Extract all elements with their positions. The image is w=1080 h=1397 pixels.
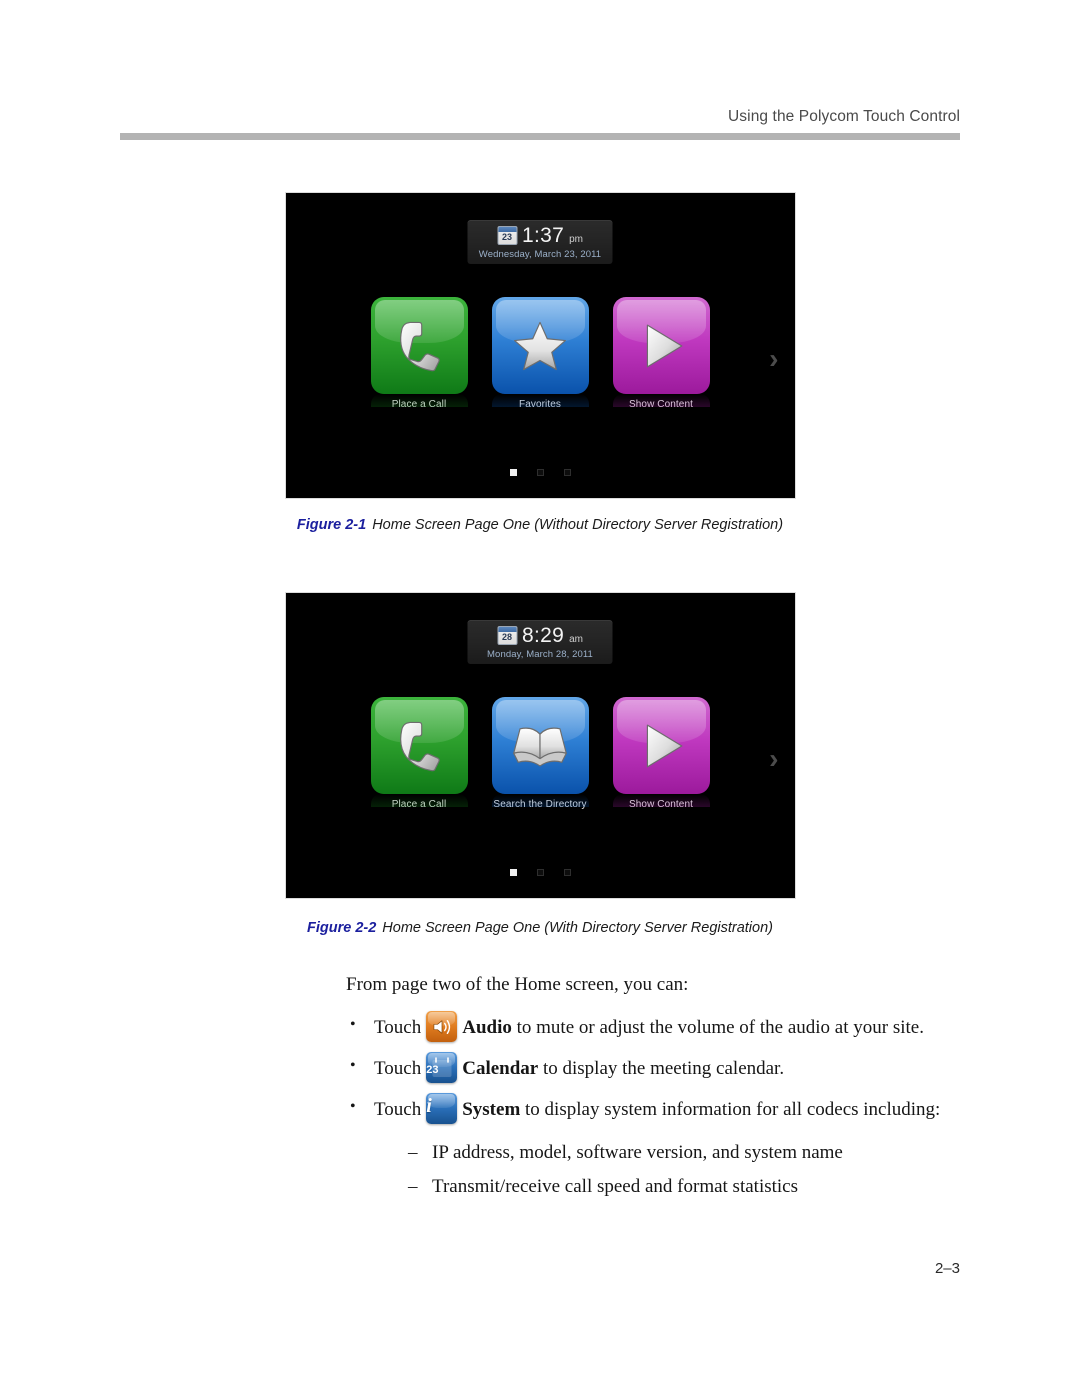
bullet-bold-term: Calendar bbox=[462, 1058, 539, 1079]
page-indicator-dots-2 bbox=[286, 869, 795, 876]
subbullet-text: IP address, model, software version, and… bbox=[432, 1142, 843, 1163]
audio-speaker-icon[interactable] bbox=[426, 1011, 458, 1042]
calendar-chip-day: 23 bbox=[501, 232, 512, 242]
tile-surface[interactable] bbox=[370, 697, 468, 794]
clock-widget-2[interactable]: 28 8:29 am Monday, March 28, 2011 bbox=[467, 620, 613, 664]
clock-date: Wednesday, March 23, 2011 bbox=[478, 249, 602, 260]
phone-handset-icon bbox=[371, 297, 468, 394]
touch-control-screen-1: 23 1:37 pm Wednesday, March 23, 2011 Pla… bbox=[284, 192, 796, 499]
tile-surface[interactable] bbox=[370, 297, 468, 394]
figure-caption-text: Home Screen Page One (Without Directory … bbox=[372, 517, 784, 533]
tile-show-content[interactable]: Show Content bbox=[612, 697, 710, 810]
figure-caption-text: Home Screen Page One (With Directory Ser… bbox=[382, 920, 773, 936]
system-info-icon[interactable]: i bbox=[426, 1093, 458, 1124]
figure-number: Figure 2-1 bbox=[296, 517, 367, 533]
play-triangle-icon bbox=[613, 297, 710, 394]
tile-surface[interactable] bbox=[612, 697, 710, 794]
body-copy: From page two of the Home screen, you ca… bbox=[346, 972, 986, 1208]
bullet-bold-term: System bbox=[462, 1099, 521, 1120]
play-triangle-icon bbox=[613, 697, 710, 794]
figure-2-1-caption: Figure 2-1 Home Screen Page One (Without … bbox=[0, 517, 1080, 533]
bullet-bold-term: Audio bbox=[462, 1017, 512, 1038]
clock-widget-1[interactable]: 23 1:37 pm Wednesday, March 23, 2011 bbox=[467, 220, 613, 264]
page-dot[interactable] bbox=[536, 469, 544, 476]
tile-reflection bbox=[370, 394, 468, 407]
figure-2-2-caption: Figure 2-2 Home Screen Page One (With Dir… bbox=[0, 920, 1080, 936]
intro-paragraph: From page two of the Home screen, you ca… bbox=[346, 974, 689, 995]
clock-meridiem: am bbox=[569, 634, 583, 645]
running-header: Using the Polycom Touch Control bbox=[120, 108, 960, 126]
bullet-audio: • Touch Audio to mute or adjust the volum… bbox=[346, 1011, 986, 1042]
bullet-rest-text: to display the meeting calendar. bbox=[538, 1058, 785, 1079]
clock-time: 8:29 bbox=[522, 623, 565, 647]
tile-reflection bbox=[491, 794, 589, 807]
subbullet-call-speed: – Transmit/receive call speed and format… bbox=[408, 1174, 986, 1200]
page-dot[interactable] bbox=[509, 869, 517, 876]
figure-2-1: 23 1:37 pm Wednesday, March 23, 2011 Pla… bbox=[0, 192, 1080, 499]
header-rule bbox=[120, 133, 960, 140]
page-dot[interactable] bbox=[509, 469, 517, 476]
page-dot[interactable] bbox=[563, 469, 571, 476]
star-icon bbox=[492, 297, 589, 394]
bullet-marker: • bbox=[350, 1057, 356, 1074]
tile-surface[interactable] bbox=[491, 297, 589, 394]
tile-place-a-call[interactable]: Place a Call bbox=[370, 697, 468, 810]
phone-handset-icon bbox=[371, 697, 468, 794]
tile-reflection bbox=[612, 794, 710, 807]
tile-show-content[interactable]: Show Content bbox=[612, 297, 710, 410]
bullet-rest-text: to mute or adjust the volume of the audi… bbox=[511, 1017, 924, 1038]
tile-reflection bbox=[491, 394, 589, 407]
touch-word: Touch bbox=[374, 1058, 422, 1079]
page-footer: 2–3 bbox=[120, 1260, 960, 1277]
tile-reflection bbox=[370, 794, 468, 807]
subbullet-text: Transmit/receive call speed and format s… bbox=[432, 1176, 799, 1197]
bullet-rest-text: to display system information for all co… bbox=[520, 1099, 941, 1120]
next-page-chevron-icon[interactable]: › bbox=[769, 345, 778, 373]
bullet-system: • Touch i System to display system informa… bbox=[346, 1093, 986, 1124]
page-dot[interactable] bbox=[563, 869, 571, 876]
bullet-marker: • bbox=[350, 1098, 356, 1115]
touch-word: Touch bbox=[374, 1099, 422, 1120]
bullet-text: Touch 23 Calendar to display the meeting c… bbox=[374, 1052, 986, 1083]
home-tiles-row-1: Place a Call Favorites Show Content bbox=[286, 297, 795, 410]
calendar-icon[interactable]: 23 bbox=[426, 1052, 458, 1083]
open-book-icon bbox=[492, 697, 589, 794]
tile-place-a-call[interactable]: Place a Call bbox=[370, 297, 468, 410]
calendar-chip-icon: 28 bbox=[497, 626, 517, 645]
system-info-glyph: i bbox=[426, 1095, 432, 1117]
clock-date: Monday, March 28, 2011 bbox=[487, 649, 593, 660]
bullet-calendar: • Touch 23 Calendar to display the meeting… bbox=[346, 1052, 986, 1083]
figure-2-2: 28 8:29 am Monday, March 28, 2011 Place … bbox=[0, 592, 1080, 899]
page-number: 2–3 bbox=[934, 1260, 960, 1277]
next-page-chevron-icon[interactable]: › bbox=[769, 745, 778, 773]
subbullet-marker: – bbox=[408, 1176, 418, 1197]
bullet-text: Touch i System to display system informati… bbox=[374, 1093, 986, 1124]
touch-control-screen-2: 28 8:29 am Monday, March 28, 2011 Place … bbox=[284, 592, 796, 899]
page-dot[interactable] bbox=[536, 869, 544, 876]
bullet-marker: • bbox=[350, 1016, 356, 1033]
running-header-text: Using the Polycom Touch Control bbox=[728, 108, 960, 125]
tile-reflection bbox=[612, 394, 710, 407]
clock-meridiem: pm bbox=[569, 234, 583, 245]
touch-word: Touch bbox=[374, 1017, 422, 1038]
home-tiles-row-2: Place a Call Search the Directory Show C… bbox=[286, 697, 795, 810]
figure-number: Figure 2-2 bbox=[306, 920, 377, 936]
clock-row: 23 1:37 pm bbox=[474, 224, 607, 247]
calendar-chip-icon: 23 bbox=[497, 226, 517, 245]
audio-speaker-glyph bbox=[426, 1011, 457, 1042]
calendar-day-number: 23 bbox=[426, 1064, 439, 1076]
subbullet-list: – IP address, model, software version, a… bbox=[408, 1140, 986, 1200]
tile-search-the-directory[interactable]: Search the Directory bbox=[491, 697, 589, 810]
calendar-chip-day: 28 bbox=[501, 632, 512, 642]
clock-row: 28 8:29 am bbox=[474, 624, 607, 647]
subbullet-marker: – bbox=[408, 1142, 418, 1163]
subbullet-ip-address: – IP address, model, software version, a… bbox=[408, 1140, 986, 1166]
tile-surface[interactable] bbox=[612, 297, 710, 394]
bullet-text: Touch Audio to mute or adjust the volume … bbox=[374, 1011, 986, 1042]
tile-surface[interactable] bbox=[491, 697, 589, 794]
page-indicator-dots-1 bbox=[286, 469, 795, 476]
clock-time: 1:37 bbox=[522, 223, 565, 247]
tile-favorites[interactable]: Favorites bbox=[491, 297, 589, 410]
